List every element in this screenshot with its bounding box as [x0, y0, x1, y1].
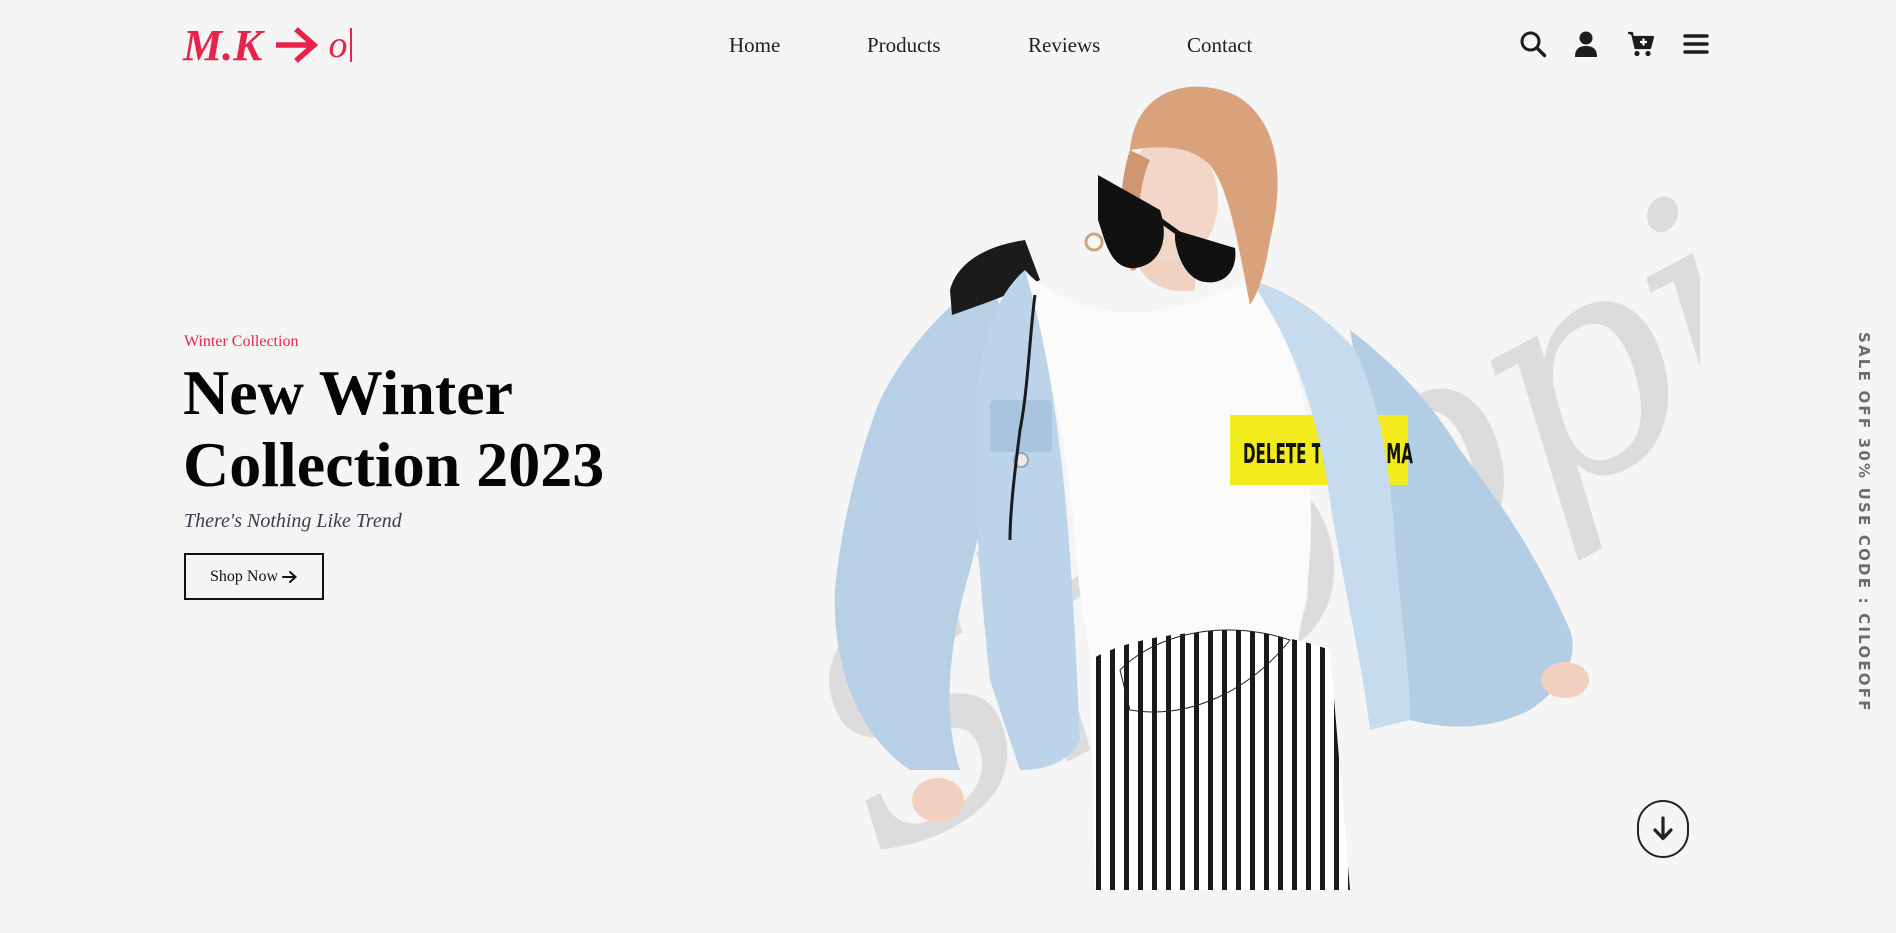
logo-arrow-icon	[276, 27, 319, 63]
cart-plus-icon[interactable]	[1627, 30, 1655, 58]
hero-title: New Winter Collection 2023	[183, 357, 604, 501]
hero-tagline: There's Nothing Like Trend	[184, 510, 402, 532]
logo-tail: o	[328, 24, 348, 66]
hero-title-line-1: New Winter	[183, 357, 514, 428]
nav-contact[interactable]: Contact	[1187, 33, 1252, 58]
typing-cursor	[350, 28, 353, 62]
search-icon[interactable]	[1519, 30, 1547, 58]
arrow-down-icon	[1653, 816, 1673, 841]
nav-reviews[interactable]: Reviews	[1028, 33, 1100, 58]
hero-title-line-2: Collection 2023	[183, 429, 605, 500]
user-icon[interactable]	[1572, 30, 1600, 58]
hero-model-image: Shopping DELETE THE DRAMA	[747, 70, 1700, 890]
shop-now-label: Shop Now	[209, 567, 278, 585]
nav-products[interactable]: Products	[867, 33, 941, 58]
arrow-right-icon	[282, 570, 297, 583]
hero-kicker: Winter Collection	[184, 333, 299, 350]
brand-logo[interactable]: M.K o	[183, 20, 353, 70]
menu-icon[interactable]	[1682, 30, 1710, 58]
shop-now-button[interactable]: Shop Now	[184, 553, 324, 600]
logo-text: M.K	[183, 20, 263, 70]
scroll-down-button[interactable]	[1637, 800, 1689, 858]
nav-home[interactable]: Home	[729, 33, 780, 58]
sale-promo-vertical-text: SALE OFF 30% USE CODE : CILOEOFF	[1855, 332, 1873, 713]
